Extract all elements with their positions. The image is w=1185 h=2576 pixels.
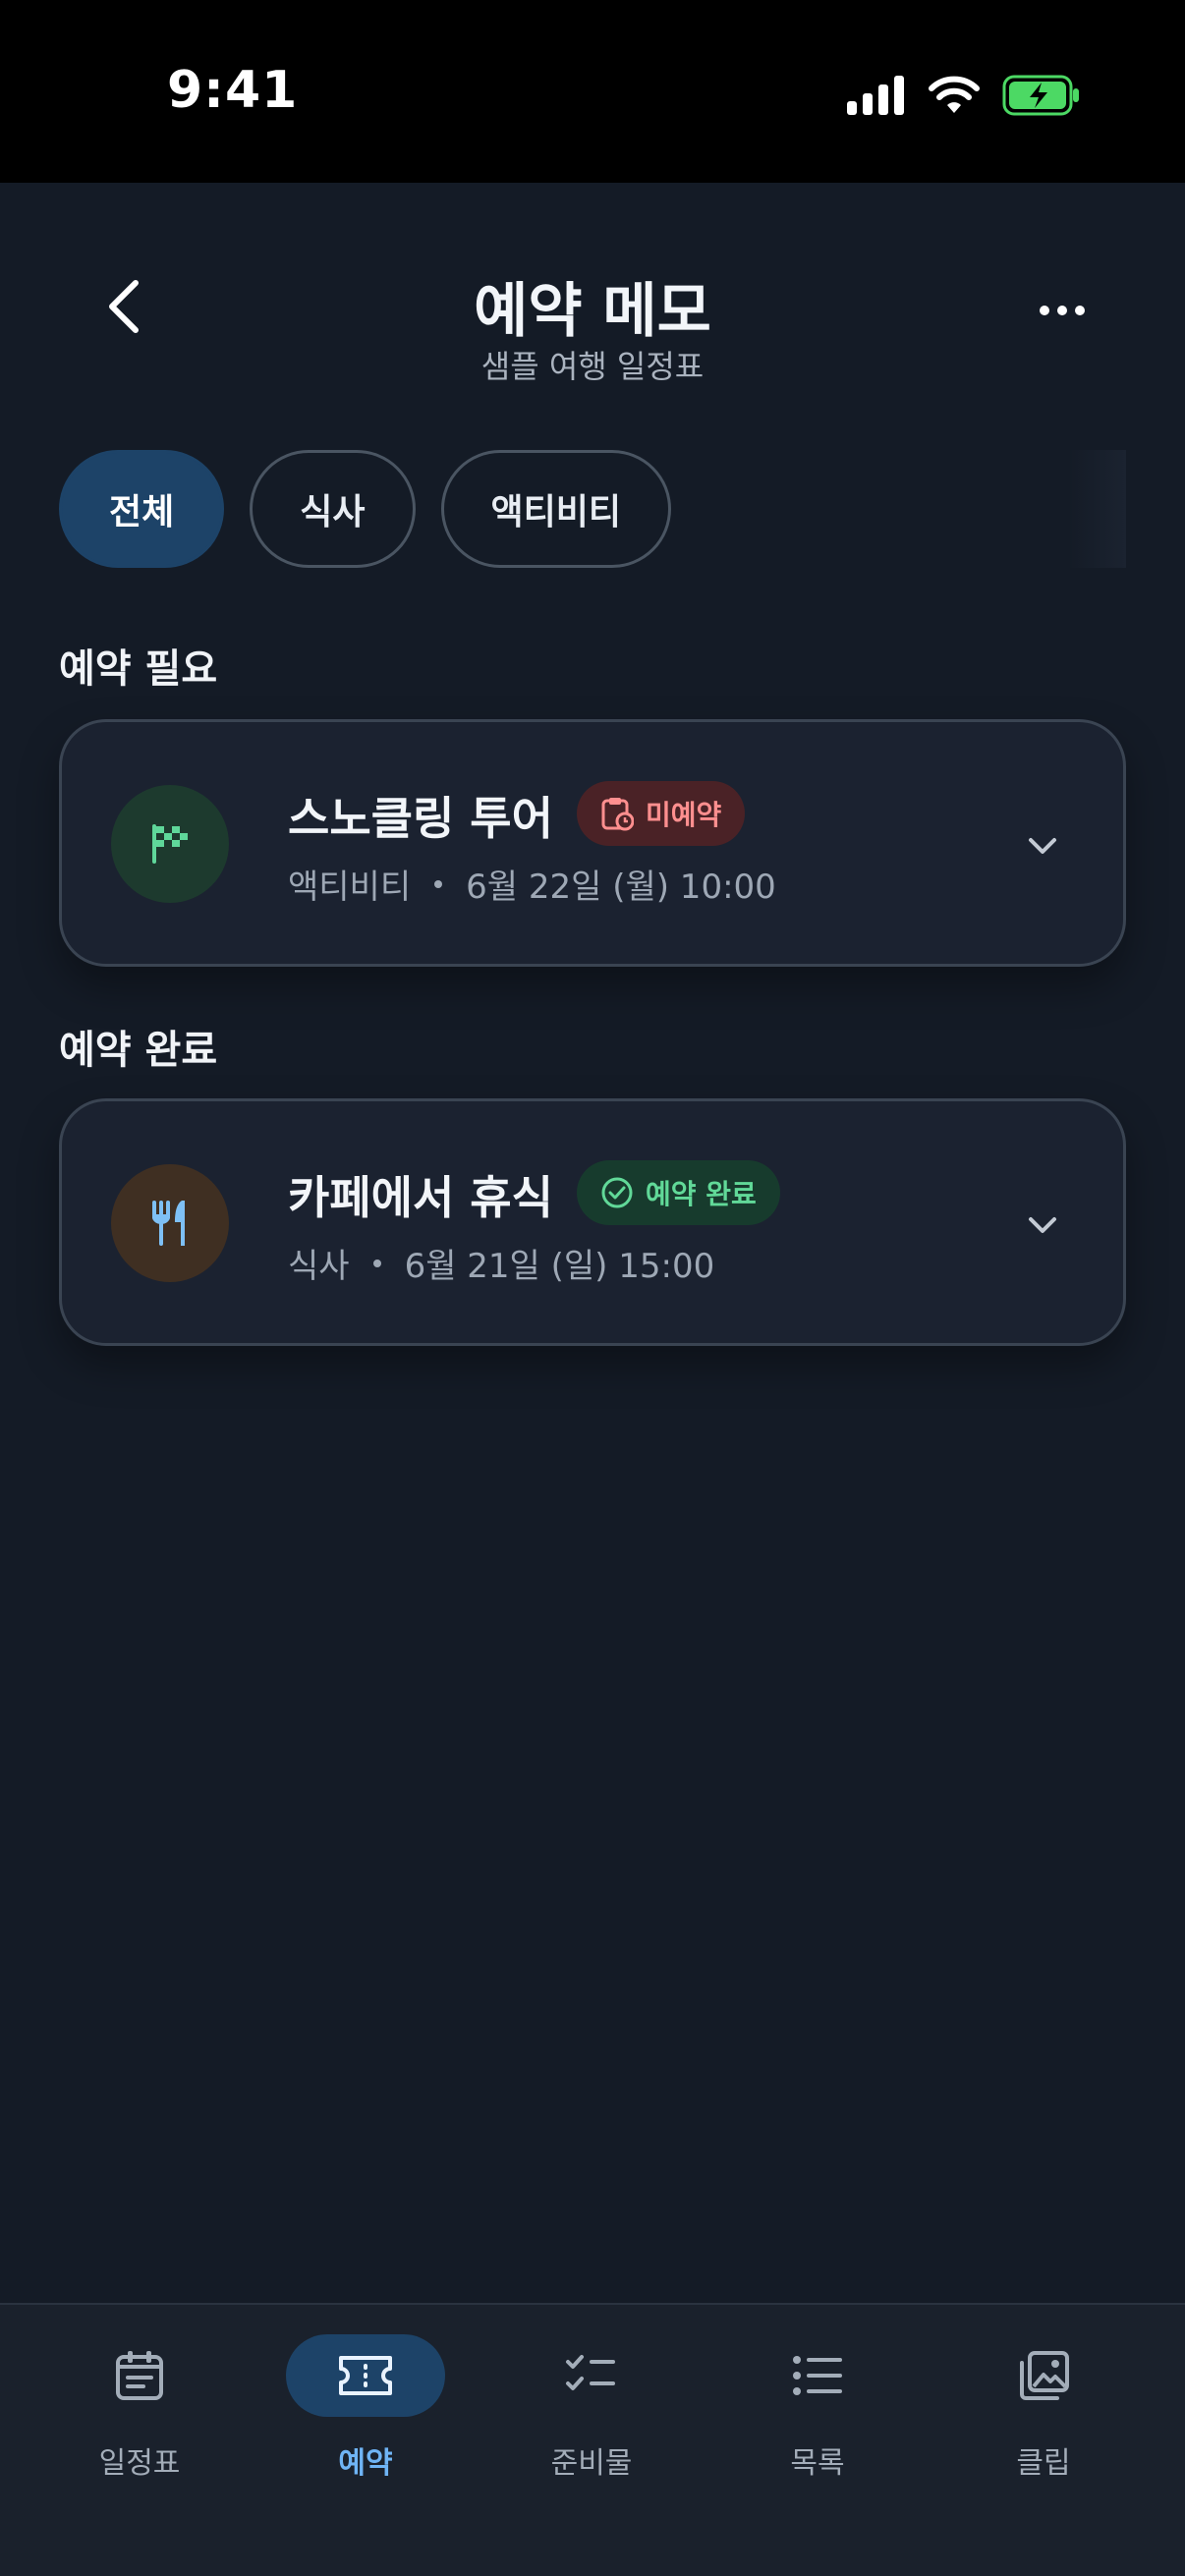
expand-button[interactable] <box>1023 1205 1062 1245</box>
chevron-down-icon <box>1029 838 1056 854</box>
more-dot-icon <box>1075 306 1085 315</box>
flag-icon <box>152 824 188 864</box>
clipboard-clock-icon <box>601 798 634 831</box>
status-badge-done: 예약 완료 <box>577 1160 780 1225</box>
nav-label: 일정표 <box>98 2446 181 2481</box>
signal-icon <box>847 76 904 115</box>
status-icons <box>847 75 1081 116</box>
expand-button[interactable] <box>1023 826 1062 866</box>
badge-label: 미예약 <box>646 799 722 831</box>
meal-icon-badge <box>111 1164 229 1282</box>
check-circle-icon <box>601 1177 633 1208</box>
list-icon <box>793 2356 842 2395</box>
utensils-icon <box>152 1201 185 1246</box>
filter-chip-activity[interactable]: 액티비티 <box>440 450 671 568</box>
nav-item-clip[interactable]: 클립 <box>931 2334 1157 2511</box>
badge-label: 예약 완료 <box>646 1178 757 1210</box>
chevron-down-icon <box>1029 1217 1056 1233</box>
card-title: 스노클링 투어 <box>288 792 553 845</box>
checklist-icon <box>566 2355 615 2390</box>
page-title: 예약 메모 <box>474 277 711 346</box>
nav-item-list[interactable]: 목록 <box>705 2334 931 2511</box>
filter-chip-meal[interactable]: 식사 <box>250 450 416 568</box>
bottom-nav: 일정표 예약 준비물 목록 클립 <box>0 2303 1185 2576</box>
more-options-button[interactable] <box>1028 291 1097 330</box>
card-datetime: 6월 22일 (월) 10:00 <box>466 868 776 907</box>
more-dot-icon <box>1040 306 1049 315</box>
scroll-fade <box>1067 450 1126 568</box>
card-meta: 식사 6월 21일 (일) 15:00 <box>288 1239 714 1287</box>
nav-label: 준비물 <box>550 2446 633 2481</box>
nav-icon-wrap <box>512 2334 671 2417</box>
nav-item-packing[interactable]: 준비물 <box>479 2334 705 2511</box>
nav-icon-wrap <box>738 2334 897 2417</box>
reservation-card[interactable]: 스노클링 투어 미예약 액티비티 6월 22일 (월) 10:00 <box>59 719 1126 967</box>
gallery-icon <box>1020 2351 1069 2400</box>
section-title-done: 예약 완료 <box>59 1028 218 1073</box>
ticket-icon <box>339 2356 392 2395</box>
nav-label: 예약 <box>338 2446 393 2481</box>
status-bar: 9:41 <box>0 0 1185 183</box>
reservation-card[interactable]: 카페에서 휴식 예약 완료 식사 6월 21일 (일) 15:00 <box>59 1098 1126 1346</box>
battery-icon <box>1002 75 1079 116</box>
calendar-icon <box>116 2351 163 2400</box>
nav-label: 목록 <box>790 2446 845 2481</box>
nav-icon-wrap <box>286 2334 445 2417</box>
more-dot-icon <box>1057 306 1067 315</box>
status-badge-pending: 미예약 <box>577 781 746 846</box>
page-subtitle: 샘플 여행 일정표 <box>480 348 705 385</box>
filter-chips: 전체 식사 액티비티 <box>59 450 671 568</box>
section-title-pending: 예약 필요 <box>59 646 218 692</box>
status-time: 9:41 <box>167 61 299 120</box>
separator-dot <box>372 1259 381 1267</box>
header: 예약 메모 샘플 여행 일정표 <box>0 183 1185 419</box>
wifi-icon <box>929 76 980 113</box>
nav-item-schedule[interactable]: 일정표 <box>27 2334 253 2511</box>
nav-icon-wrap <box>964 2334 1123 2417</box>
separator-dot <box>434 879 443 888</box>
activity-icon-badge <box>111 785 229 903</box>
card-category: 식사 <box>288 1247 350 1286</box>
card-title: 카페에서 휴식 <box>288 1171 553 1224</box>
card-datetime: 6월 21일 (일) 15:00 <box>404 1247 715 1286</box>
filter-chip-all[interactable]: 전체 <box>59 450 225 568</box>
nav-label: 클립 <box>1016 2446 1071 2481</box>
nav-item-reservation[interactable]: 예약 <box>253 2334 479 2511</box>
nav-icon-wrap <box>60 2334 219 2417</box>
card-meta: 액티비티 6월 22일 (월) 10:00 <box>288 860 776 908</box>
card-category: 액티비티 <box>288 868 412 907</box>
